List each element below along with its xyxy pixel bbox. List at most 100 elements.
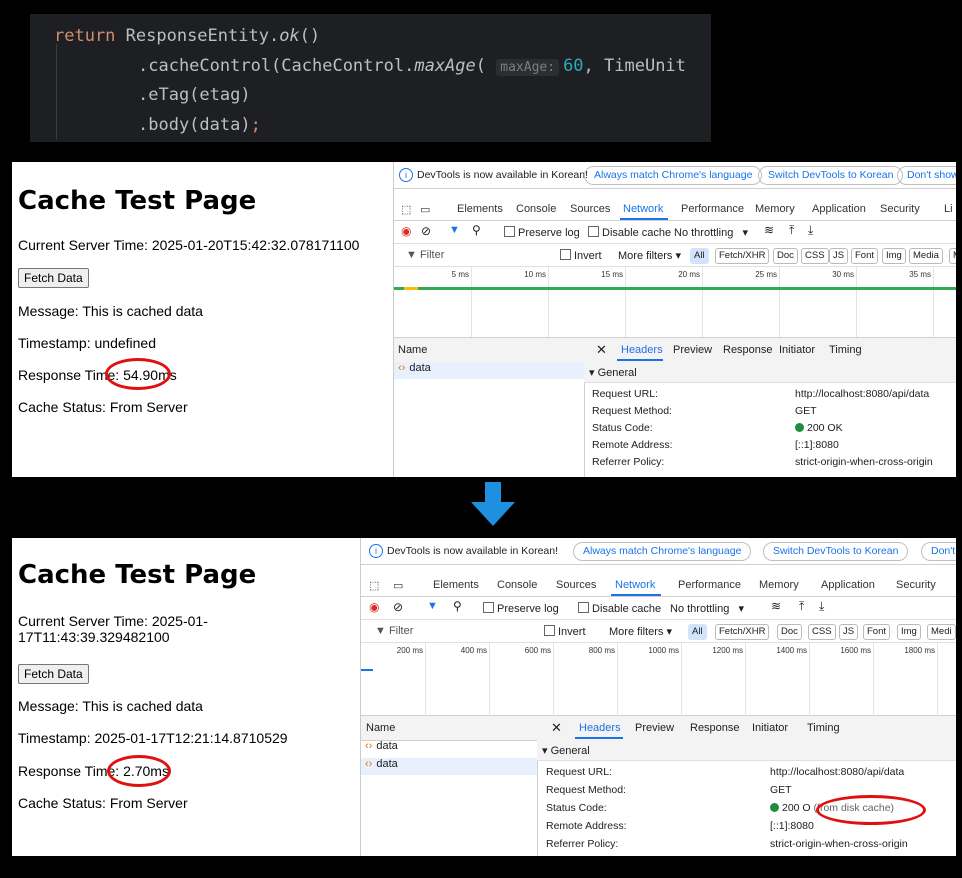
search-icon[interactable]: ⚲ [453, 599, 462, 613]
filter-icon[interactable]: ▼ [449, 224, 460, 236]
tab-headers[interactable]: Headers [579, 722, 621, 734]
tab-memory[interactable]: Memory [755, 203, 795, 215]
chip-fetch-xhr[interactable]: Fetch/XHR [715, 248, 770, 264]
disable-cache-checkbox[interactable]: Disable cache [578, 602, 661, 615]
tab-timing[interactable]: Timing [829, 344, 862, 356]
clear-icon[interactable]: ⊘ [421, 224, 431, 238]
filter-input[interactable]: ▼ Filter [406, 249, 444, 261]
tab-network[interactable]: Network [623, 203, 663, 215]
top-devtools: i DevTools is now available in Korean! A… [393, 162, 956, 477]
request-row[interactable]: ‹› data [361, 740, 537, 757]
dont-show-button[interactable]: Don't [921, 542, 956, 561]
tab-more[interactable]: Li [944, 203, 953, 215]
inspect-icon[interactable]: ⬚ [401, 203, 411, 216]
chip-manifest[interactable]: M [949, 248, 956, 264]
chip-fetch-xhr[interactable]: Fetch/XHR [715, 624, 770, 640]
preserve-log-checkbox[interactable]: Preserve log [483, 602, 559, 615]
tab-sources[interactable]: Sources [556, 579, 596, 591]
more-filters-dropdown[interactable]: More filters ▾ [609, 625, 672, 638]
fetch-data-button[interactable]: Fetch Data [18, 664, 89, 684]
tab-elements[interactable]: Elements [457, 203, 503, 215]
tab-performance[interactable]: Performance [678, 579, 741, 591]
tick-label: 200 ms [396, 646, 423, 655]
tab-response[interactable]: Response [723, 344, 773, 356]
tab-sources[interactable]: Sources [570, 203, 610, 215]
tab-preview[interactable]: Preview [673, 344, 712, 356]
tab-console[interactable]: Console [497, 579, 537, 591]
chip-js[interactable]: JS [839, 624, 859, 640]
tab-elements[interactable]: Elements [433, 579, 479, 591]
chip-font[interactable]: Font [851, 248, 879, 264]
tab-headers[interactable]: Headers [621, 344, 663, 356]
chip-media[interactable]: Medi [927, 624, 956, 640]
tab-initiator[interactable]: Initiator [752, 722, 788, 734]
chip-doc[interactable]: Doc [773, 248, 798, 264]
record-icon[interactable]: ◉ [369, 600, 379, 614]
filter-bar: ▼ Filter Invert More filters ▾ All Fetch… [394, 244, 956, 267]
preserve-log-checkbox[interactable]: Preserve log [504, 226, 580, 239]
indent-guide [56, 44, 57, 140]
throttling-select[interactable]: No throttling ▾ [670, 602, 744, 615]
wifi-icon[interactable]: ≋ [764, 223, 774, 237]
download-icon[interactable]: ⤓ [819, 599, 824, 614]
dont-show-button[interactable]: Don't show [897, 166, 956, 185]
disable-cache-checkbox[interactable]: Disable cache [588, 226, 671, 239]
cache-status-text: Cache Status: From Server [18, 795, 188, 811]
chip-img[interactable]: Img [882, 248, 906, 264]
chip-doc[interactable]: Doc [777, 624, 802, 640]
invert-checkbox[interactable]: Invert [560, 249, 602, 262]
tab-preview[interactable]: Preview [635, 722, 674, 734]
general-section-header[interactable]: ▾ General [537, 740, 956, 761]
tab-memory[interactable]: Memory [759, 579, 799, 591]
chip-img[interactable]: Img [897, 624, 921, 640]
upload-icon[interactable]: ⤒ [789, 223, 794, 238]
timestamp-text: Timestamp: 2025-01-17T12:21:14.8710529 [18, 730, 288, 746]
tab-network[interactable]: Network [615, 579, 655, 591]
request-row[interactable]: ‹› data [361, 758, 537, 775]
chip-css[interactable]: CSS [801, 248, 829, 264]
record-icon[interactable]: ◉ [401, 224, 411, 238]
upload-icon[interactable]: ⤒ [799, 599, 804, 614]
key-remote-address: Remote Address: [546, 820, 627, 832]
tab-application[interactable]: Application [821, 579, 875, 591]
download-icon[interactable]: ⤓ [808, 223, 813, 238]
invert-checkbox[interactable]: Invert [544, 625, 586, 638]
general-section-header[interactable]: ▾ General [584, 362, 956, 383]
more-filters-dropdown[interactable]: More filters ▾ [618, 249, 681, 262]
wifi-icon[interactable]: ≋ [771, 599, 781, 613]
tab-security[interactable]: Security [880, 203, 920, 215]
chip-js[interactable]: JS [829, 248, 849, 264]
chip-all[interactable]: All [688, 624, 707, 640]
close-icon[interactable]: ✕ [551, 720, 562, 736]
info-text: DevTools is now available in Korean! [417, 169, 589, 181]
value-request-method: GET [795, 405, 817, 417]
close-icon[interactable]: ✕ [596, 342, 607, 358]
devtools-tabbar: ⬚ ▭ Elements Console Sources Network Per… [361, 574, 956, 597]
tab-performance[interactable]: Performance [681, 203, 744, 215]
tab-initiator[interactable]: Initiator [779, 344, 815, 356]
tab-response[interactable]: Response [690, 722, 740, 734]
fetch-data-button[interactable]: Fetch Data [18, 268, 89, 288]
search-icon[interactable]: ⚲ [472, 223, 481, 237]
tab-timing[interactable]: Timing [807, 722, 840, 734]
clear-icon[interactable]: ⊘ [393, 600, 403, 614]
always-match-button[interactable]: Always match Chrome's language [584, 166, 763, 185]
inspect-icon[interactable]: ⬚ [369, 579, 379, 592]
switch-korean-button[interactable]: Switch DevTools to Korean [763, 542, 909, 561]
tab-application[interactable]: Application [812, 203, 866, 215]
filter-input[interactable]: ▼ Filter [375, 625, 413, 637]
device-toolbar-icon[interactable]: ▭ [393, 579, 403, 592]
filter-icon[interactable]: ▼ [427, 600, 438, 612]
device-toolbar-icon[interactable]: ▭ [420, 203, 430, 216]
chip-font[interactable]: Font [863, 624, 891, 640]
throttling-select[interactable]: No throttling ▾ [674, 226, 748, 239]
chip-all[interactable]: All [690, 248, 709, 264]
always-match-button[interactable]: Always match Chrome's language [573, 542, 752, 561]
chip-css[interactable]: CSS [808, 624, 836, 640]
request-row[interactable]: ‹› data [394, 362, 584, 379]
tab-security[interactable]: Security [896, 579, 936, 591]
chip-media[interactable]: Media [909, 248, 943, 264]
switch-korean-button[interactable]: Switch DevTools to Korean [758, 166, 904, 185]
tab-console[interactable]: Console [516, 203, 556, 215]
detail-tabbar: ✕ Headers Preview Response Initiator Tim… [584, 338, 956, 363]
